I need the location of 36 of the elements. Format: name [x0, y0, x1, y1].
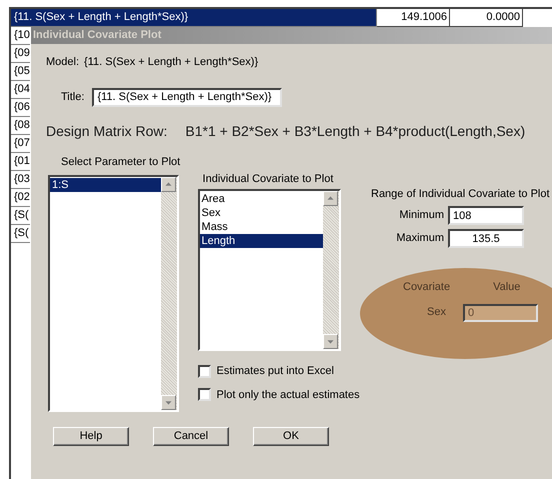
text-field[interactable]: {11. S(Sex + Length + Length*Sex)} — [92, 88, 282, 106]
dialog-button[interactable]: Cancel — [153, 427, 229, 446]
design-matrix-label: Design Matrix Row: — [46, 122, 168, 141]
covariate-name: Sex — [426, 305, 446, 320]
text-field[interactable]: 108 — [448, 206, 524, 225]
window-title: Individual Covariate Plot — [31, 27, 552, 44]
column-header: Covariate — [403, 280, 450, 295]
list-item[interactable]: Length — [200, 234, 323, 248]
checkbox[interactable] — [198, 388, 211, 402]
title-label: Title: — [61, 90, 84, 105]
range-label: Range of Individual Covariate to Plot — [371, 186, 551, 202]
parameter-list-label: Select Parameter to Plot — [61, 154, 182, 170]
list-item[interactable]: Sex — [200, 206, 323, 220]
checkbox-label: Plot only the actual estimates — [216, 388, 360, 402]
minimum-label: Minimum — [398, 208, 444, 224]
model-name: {11. S(Sex + Length + Length*Sex)} — [84, 55, 258, 70]
list-item[interactable]: Mass — [200, 220, 323, 234]
list-item[interactable]: Area — [200, 192, 323, 206]
scroll-up-icon[interactable] — [161, 177, 176, 192]
checkbox[interactable] — [198, 364, 211, 378]
list-item[interactable]: 1:S — [50, 178, 161, 192]
model-label: Model: — [46, 55, 80, 70]
scrollbar[interactable] — [161, 177, 177, 410]
covariate-list-label: Individual Covariate to Plot — [202, 172, 334, 186]
dialog-button[interactable]: Help — [53, 427, 129, 446]
scroll-up-icon[interactable] — [322, 191, 338, 206]
text-field[interactable]: 135.5 — [448, 229, 524, 248]
checkbox-label: Estimates put into Excel — [216, 364, 334, 379]
column-header: Value — [493, 280, 520, 295]
maximum-label: Maximum — [396, 231, 444, 246]
dialog-button[interactable]: OK — [253, 427, 329, 446]
table-cell[interactable]: {11. S(Sex + Length + Length*Sex)} — [11, 9, 377, 27]
scroll-down-icon[interactable] — [322, 334, 338, 349]
scroll-down-icon[interactable] — [161, 395, 176, 410]
scrollbar[interactable] — [322, 191, 339, 349]
design-matrix-formula: B1*1 + B2*Sex + B3*Length + B4*product(Length,Sex) — [185, 122, 526, 141]
